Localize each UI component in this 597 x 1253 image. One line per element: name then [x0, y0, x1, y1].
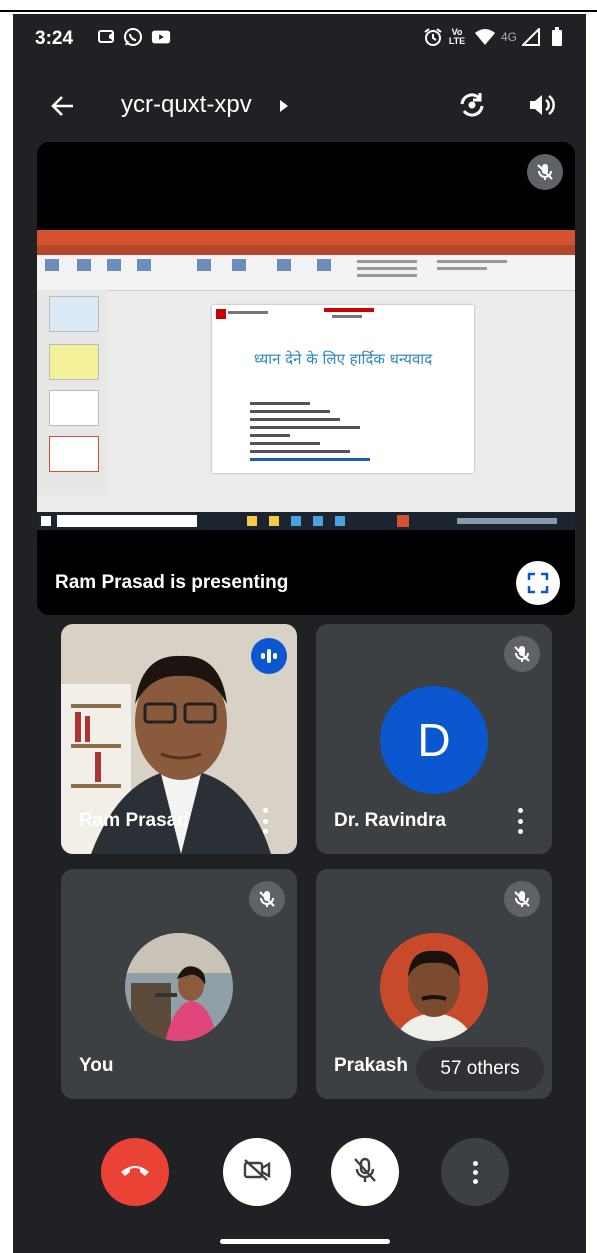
signal-icon [521, 27, 541, 47]
participant-tile-ram-prasad[interactable]: Ram Prasad [61, 624, 297, 854]
presentation-mic-off-icon [527, 154, 563, 190]
video-off-icon [242, 1157, 272, 1188]
caret-right-icon[interactable] [279, 99, 289, 118]
mic-off-icon [504, 636, 540, 672]
network-type: 4G [500, 30, 517, 44]
presenter-label: Ram Prasad is presenting [55, 572, 289, 593]
more-options-button[interactable] [441, 1138, 509, 1206]
current-slide: ध्यान देने के लिए हार्दिक धन्यवाद [212, 305, 474, 473]
ppt-toolbar [37, 255, 575, 291]
avatar [380, 933, 488, 1041]
more-vert-icon[interactable] [259, 808, 271, 834]
fullscreen-icon[interactable] [516, 561, 560, 605]
presentation-tile[interactable]: ध्यान देने के लिए हार्दिक धन्यवाद Ram Pr… [37, 142, 575, 615]
wifi-icon [475, 27, 495, 47]
ppt-ribbon-tabs [37, 245, 575, 255]
speaker-icon[interactable] [527, 91, 555, 124]
whatsapp-icon [123, 27, 143, 47]
slide-thumbnails [37, 290, 107, 495]
alarm-icon [423, 27, 443, 47]
back-arrow-icon[interactable] [49, 92, 77, 125]
mic-off-icon [249, 881, 285, 917]
shared-screen: ध्यान देने के लिए हार्दिक धन्यवाद [37, 230, 575, 530]
mic-off-icon [352, 1156, 378, 1189]
participant-tile-prakash[interactable]: Prakash 57 others [316, 869, 552, 1099]
top-border [0, 10, 597, 12]
speaking-icon [251, 638, 287, 674]
camera-toggle-button[interactable] [223, 1138, 291, 1206]
avatar [125, 933, 233, 1041]
slide-title: ध्यान देने के लिए हार्दिक धन्यवाद [253, 350, 433, 368]
participant-tile-you[interactable]: You [61, 869, 297, 1099]
volte-label: Vo LTE [448, 27, 466, 46]
end-call-button[interactable] [101, 1138, 169, 1206]
windows-taskbar [37, 512, 575, 530]
mic-off-icon [504, 881, 540, 917]
participant-name: Dr. Ravindra [334, 810, 446, 831]
more-vert-icon [472, 1160, 478, 1184]
ppt-titlebar [37, 230, 575, 245]
battery-icon [547, 27, 567, 47]
avatar: D [380, 686, 488, 794]
participant-tile-dr-ravindra[interactable]: D Dr. Ravindra [316, 624, 552, 854]
home-indicator[interactable] [220, 1239, 390, 1244]
status-time: 3:24 [35, 28, 74, 49]
end-call-icon [119, 1162, 151, 1183]
participant-name: You [79, 1055, 114, 1076]
switch-camera-icon[interactable] [457, 90, 487, 125]
youtube-icon [151, 27, 171, 47]
participant-name: Prakash [334, 1055, 408, 1076]
participant-name: Ram Prasad [79, 810, 189, 831]
phone-screen: 3:24 Vo LTE 4G ycr-quxt-xpv ध्यान देने क… [13, 14, 586, 1253]
cast-icon [97, 27, 117, 47]
others-count-badge[interactable]: 57 others [416, 1047, 544, 1091]
status-bar: 3:24 Vo LTE 4G [13, 14, 586, 60]
more-vert-icon[interactable] [514, 808, 526, 834]
meeting-code[interactable]: ycr-quxt-xpv [121, 91, 252, 119]
mic-toggle-button[interactable] [331, 1138, 399, 1206]
app-bar: ycr-quxt-xpv [13, 80, 586, 132]
